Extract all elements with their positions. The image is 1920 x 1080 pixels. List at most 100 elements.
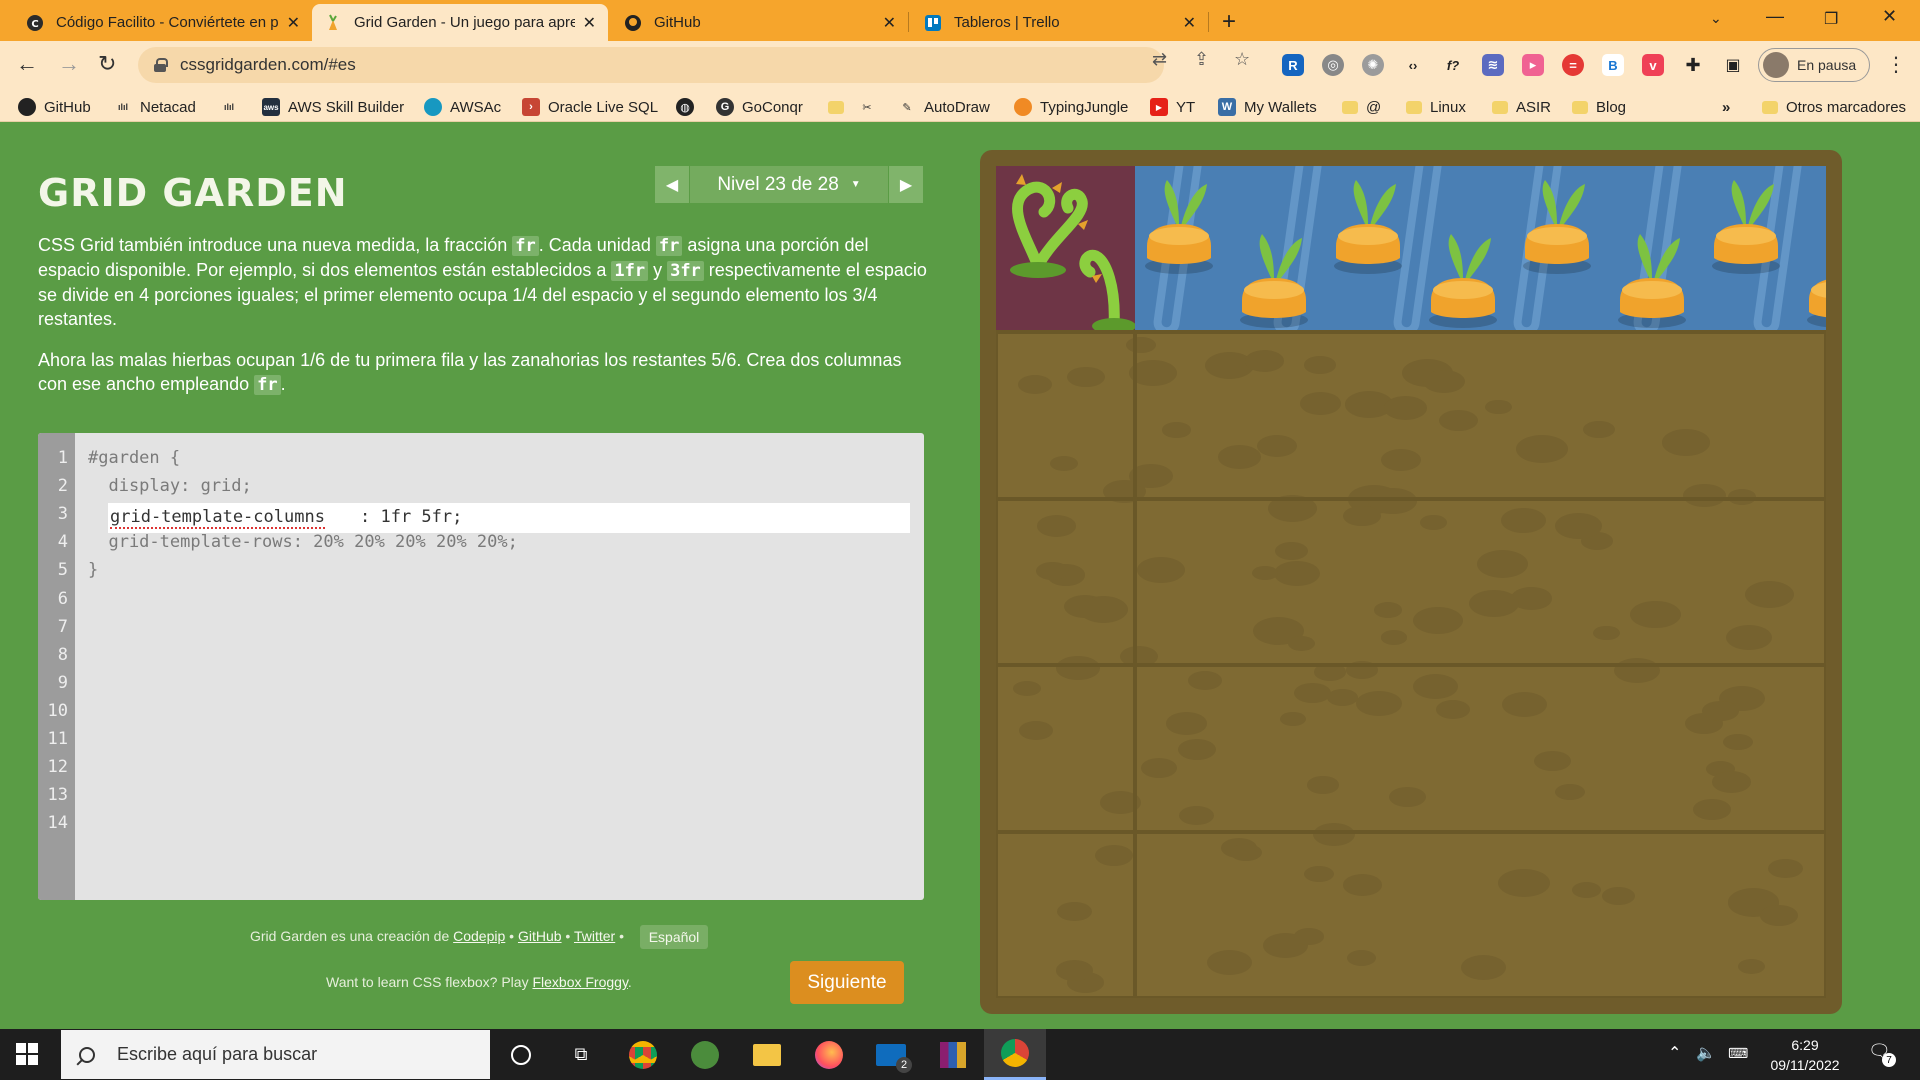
garden-cell: [996, 831, 1135, 998]
carrot-icon: [1523, 180, 1591, 274]
github-link[interactable]: GitHub: [518, 928, 562, 944]
css-input[interactable]: grid-template-columns : 1fr 5fr;: [108, 503, 910, 533]
bookmark-folder-linux[interactable]: Linux: [1406, 96, 1466, 118]
bookmark-tools[interactable]: ✂: [858, 96, 884, 118]
inline-code: fr: [254, 375, 281, 395]
flexbox-promo: Want to learn CSS flexbox? Play Flexbox …: [326, 974, 632, 990]
back-icon[interactable]: ←: [16, 51, 38, 77]
tab-github[interactable]: GitHub ✕: [612, 4, 908, 41]
line-number: 3: [57, 504, 68, 525]
task-view-icon[interactable]: ⧉: [550, 1029, 612, 1080]
mail-icon[interactable]: 2: [860, 1029, 922, 1080]
bookmark-github[interactable]: GitHub: [18, 96, 91, 118]
garden-cell: [996, 498, 1135, 666]
windows-start-icon[interactable]: [16, 1043, 38, 1065]
side-panel-icon[interactable]: ▣: [1722, 54, 1744, 76]
mail-badge: 2: [896, 1057, 912, 1073]
flexbox-froggy-link[interactable]: Flexbox Froggy: [532, 974, 627, 990]
close-window-icon[interactable]: ✕: [1882, 6, 1897, 27]
close-tab-icon[interactable]: ✕: [1183, 13, 1196, 33]
new-tab-icon[interactable]: +: [1222, 8, 1236, 36]
bookmark-folder[interactable]: [828, 96, 852, 118]
bookmark-oracle-live-sql[interactable]: › Oracle Live SQL: [522, 96, 658, 118]
firefox-icon[interactable]: [798, 1029, 860, 1080]
goconqr-icon: G: [716, 98, 734, 116]
close-tab-icon[interactable]: ✕: [583, 13, 596, 33]
extension-icon[interactable]: ✺: [1362, 54, 1384, 76]
profile-button[interactable]: En pausa: [1758, 48, 1870, 82]
garden-cell: [1135, 665, 1826, 832]
clock[interactable]: 6:29 09/11/2022: [1765, 1035, 1845, 1075]
forward-icon[interactable]: →: [58, 51, 80, 77]
extension-icon[interactable]: ≋: [1482, 54, 1504, 76]
bookmark-folder-asir[interactable]: ASIR: [1492, 96, 1551, 118]
bookmark-typingjungle[interactable]: TypingJungle: [1014, 96, 1128, 118]
bookmark-cisco[interactable]: ılıl: [220, 96, 246, 118]
bookmarks-overflow-icon[interactable]: »: [1722, 96, 1730, 118]
notifications-icon[interactable]: 🗨 7: [1868, 1041, 1896, 1067]
tab-codigofacilito[interactable]: C Código Facilito - Conviértete en p ✕: [14, 4, 312, 41]
previous-level-button[interactable]: ◀: [655, 166, 689, 203]
wifi-tool-icon[interactable]: [674, 1029, 736, 1080]
line-number: 14: [47, 813, 68, 834]
translate-icon[interactable]: ⇄: [1152, 49, 1167, 70]
pocket-icon[interactable]: v: [1642, 54, 1664, 76]
language-selector[interactable]: Español: [640, 925, 708, 949]
bookmark-folder-at[interactable]: @: [1342, 96, 1381, 118]
folder-icon: [828, 100, 844, 114]
bookmark-yt[interactable]: ▶ YT: [1150, 96, 1195, 118]
reload-icon[interactable]: ↻: [98, 51, 116, 77]
inline-code: fr: [512, 236, 539, 256]
file-explorer-icon[interactable]: [736, 1029, 798, 1080]
bookmark-star-icon[interactable]: ☆: [1234, 49, 1250, 70]
extensions-puzzle-icon[interactable]: ✚: [1682, 54, 1704, 76]
show-hidden-icons-icon[interactable]: ⌃: [1668, 1043, 1681, 1063]
wallets-icon: W: [1218, 98, 1236, 116]
bookmark-netacad[interactable]: ılıl Netacad: [114, 96, 196, 118]
share-icon[interactable]: ⇪: [1194, 49, 1209, 70]
extension-icon[interactable]: ◎: [1322, 54, 1344, 76]
extension-icon[interactable]: =: [1562, 54, 1584, 76]
bookmark-autodraw[interactable]: ✎ AutoDraw: [898, 96, 989, 118]
bookmark-folder-blog[interactable]: Blog: [1572, 96, 1626, 118]
winrar-icon[interactable]: [922, 1029, 984, 1080]
twitter-link[interactable]: Twitter: [574, 928, 615, 944]
bookmark-globe[interactable]: ◍: [676, 96, 702, 118]
chrome-profile-icon[interactable]: [984, 1029, 1046, 1080]
extension-icon[interactable]: f?: [1442, 54, 1464, 76]
tab-search-icon[interactable]: ⌄: [1710, 10, 1722, 27]
close-tab-icon[interactable]: ✕: [883, 13, 896, 33]
tab-grid-garden[interactable]: Grid Garden - Un juego para apre ✕: [312, 4, 608, 41]
chrome-icon[interactable]: [612, 1029, 674, 1080]
line-number: 8: [57, 644, 68, 665]
codepip-link[interactable]: Codepip: [453, 928, 505, 944]
close-tab-icon[interactable]: ✕: [287, 13, 300, 33]
minimize-icon[interactable]: —: [1766, 6, 1784, 27]
menu-icon[interactable]: ⋮: [1886, 52, 1906, 77]
extension-icon[interactable]: ▸: [1522, 54, 1544, 76]
line-number: 2: [57, 476, 68, 497]
lock-icon[interactable]: [154, 58, 168, 72]
search-icon: [79, 1046, 95, 1063]
volume-icon[interactable]: 🔈: [1696, 1043, 1716, 1063]
taskbar-search[interactable]: Escribe aquí para buscar: [61, 1030, 490, 1079]
keyboard-icon[interactable]: ⌨: [1728, 1045, 1748, 1062]
bookmark-aws-skill-builder[interactable]: aws AWS Skill Builder: [262, 96, 404, 118]
restore-icon[interactable]: ❐: [1824, 9, 1838, 29]
garden: [996, 166, 1826, 998]
bookmark-awsac[interactable]: AWSAc: [424, 96, 501, 118]
level-selector[interactable]: Nivel 23 de 28 ▼: [690, 166, 888, 203]
cortana-icon[interactable]: [490, 1029, 552, 1080]
extension-icon[interactable]: ‹›: [1402, 54, 1424, 76]
address-bar[interactable]: cssgridgarden.com/#es: [138, 47, 1164, 83]
bookmark-other[interactable]: Otros marcadores: [1762, 96, 1906, 118]
bookmark-my-wallets[interactable]: W My Wallets: [1218, 96, 1317, 118]
clock-time: 6:29: [1791, 1037, 1819, 1053]
next-level-button[interactable]: ▶: [889, 166, 923, 203]
next-button[interactable]: Siguiente: [790, 961, 904, 1004]
tab-trello[interactable]: Tableros | Trello ✕: [912, 4, 1208, 41]
extension-icon[interactable]: R: [1282, 54, 1304, 76]
bookmark-goconqr[interactable]: G GoConqr: [716, 96, 803, 118]
weed-icon: [1010, 174, 1136, 334]
extension-icon[interactable]: B: [1602, 54, 1624, 76]
